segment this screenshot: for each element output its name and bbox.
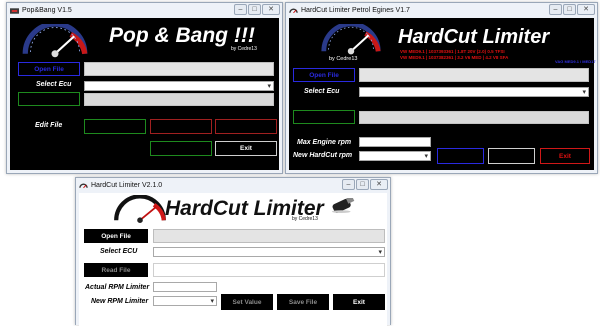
open-file-button[interactable]: Open File xyxy=(293,68,355,82)
close-icon[interactable]: ✕ xyxy=(262,4,280,15)
green-status-box xyxy=(293,110,355,124)
max-engine-rpm-label: Max Engine rpm xyxy=(297,139,352,146)
set-value-button[interactable]: Set Value xyxy=(221,294,273,310)
close-icon[interactable]: ✕ xyxy=(370,179,388,190)
ecu-info-line-2: VW MED9.1 | 1037382361 | 3.2 V6 MED | 4.… xyxy=(400,55,509,60)
max-engine-rpm-field[interactable] xyxy=(359,137,431,147)
select-ecu-label: Select Ecu xyxy=(36,81,72,88)
new-hardcut-rpm-dropdown[interactable] xyxy=(359,151,431,161)
app-heading: Pop & Bang !!! xyxy=(109,24,255,47)
edit-box-red-2[interactable] xyxy=(215,119,277,134)
file-path-field[interactable] xyxy=(153,229,385,243)
hardcut-v21-window: HardCut Limiter V2.1.0 – □ ✕ HardCut Lim… xyxy=(75,177,391,326)
exit-button[interactable]: Exit xyxy=(540,148,590,164)
hardcut-v17-window: HardCut Limiter Petrol Egines V1.7 – □ ✕… xyxy=(285,2,598,174)
ecu-info-field xyxy=(153,263,385,277)
usb-key-icon xyxy=(331,198,355,213)
select-ecu-dropdown[interactable] xyxy=(153,247,385,257)
client-area: by Cedre13 HardCut Limiter VW MED9.1 | 1… xyxy=(289,18,596,170)
file-path-field[interactable] xyxy=(359,68,589,82)
byline: by Cedre13 xyxy=(329,56,358,62)
ecu-info-right: VAG MED9.1 / MED17 xyxy=(555,59,596,64)
edit-box-green[interactable] xyxy=(84,119,146,134)
actual-rpm-limiter-field xyxy=(153,282,217,292)
app-heading: HardCut Limiter xyxy=(398,26,550,48)
app-icon xyxy=(10,7,19,14)
maximize-icon[interactable]: □ xyxy=(356,179,369,190)
minimize-icon[interactable]: – xyxy=(342,179,355,190)
new-hardcut-rpm-label: New HardCut rpm xyxy=(293,152,353,159)
new-rpm-limiter-dropdown[interactable] xyxy=(153,296,217,306)
maximize-icon[interactable]: □ xyxy=(563,4,576,15)
exit-button[interactable]: Exit xyxy=(333,294,385,310)
open-file-button[interactable]: Open File xyxy=(18,62,80,76)
edit-box-red-1[interactable] xyxy=(150,119,212,134)
select-ecu-dropdown[interactable] xyxy=(84,81,274,91)
gauge-logo-icon xyxy=(114,195,166,223)
file-path-field[interactable] xyxy=(84,62,274,76)
read-file-button[interactable]: Read File xyxy=(84,263,148,277)
client-area: Pop & Bang !!! by Cedre13 Open File Sele… xyxy=(10,18,279,170)
ecu-info-field xyxy=(359,111,589,124)
byline: by Cedre13 xyxy=(292,216,318,222)
ecu-info-line-1: VW MED9.1 | 1037393361 | 1.8T 20V (2.0) … xyxy=(400,49,505,54)
new-rpm-limiter-label: New RPM Limiter xyxy=(91,298,149,305)
window-title: HardCut Limiter Petrol Egines V1.7 xyxy=(301,7,410,14)
ecu-info-field xyxy=(84,93,274,106)
green-status-box xyxy=(18,92,80,106)
white-action-box[interactable] xyxy=(488,148,535,164)
exit-button[interactable]: Exit xyxy=(215,141,277,156)
window-controls: – □ ✕ xyxy=(549,4,595,15)
blue-action-box[interactable] xyxy=(437,148,484,164)
actual-rpm-limiter-label: Actual RPM Limiter xyxy=(85,284,150,291)
maximize-icon[interactable]: □ xyxy=(248,4,261,15)
minimize-icon[interactable]: – xyxy=(549,4,562,15)
green-action-box[interactable] xyxy=(150,141,212,156)
app-icon xyxy=(289,8,298,13)
gauge-logo-icon xyxy=(22,24,88,58)
select-ecu-label: Select Ecu xyxy=(304,88,340,95)
select-ecu-label: Select ECU xyxy=(100,248,138,255)
client-area: HardCut Limiter by Cedre13 Open File Sel… xyxy=(79,193,387,326)
save-file-button[interactable]: Save File xyxy=(277,294,329,310)
window-controls: – □ ✕ xyxy=(234,4,280,15)
minimize-icon[interactable]: – xyxy=(234,4,247,15)
window-controls: – □ ✕ xyxy=(342,179,388,190)
window-title: Pop&Bang V1.5 xyxy=(22,7,72,14)
window-title: HardCut Limiter V2.1.0 xyxy=(91,182,163,189)
select-ecu-dropdown[interactable] xyxy=(359,87,589,97)
gauge-logo-icon xyxy=(321,24,381,55)
edit-file-label: Edit File xyxy=(35,122,63,129)
close-icon[interactable]: ✕ xyxy=(577,4,595,15)
app-icon xyxy=(79,183,88,188)
pop-bang-window: Pop&Bang V1.5 – □ ✕ Pop & Bang !!! by Ce… xyxy=(6,2,283,174)
byline: by Cedre13 xyxy=(231,46,257,52)
open-file-button[interactable]: Open File xyxy=(84,229,148,243)
